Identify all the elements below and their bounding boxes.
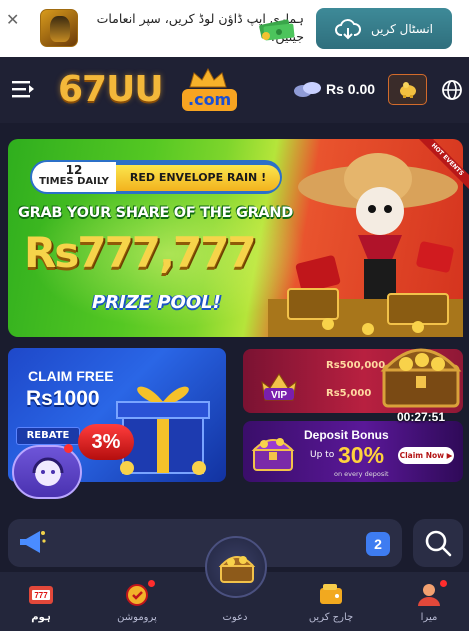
vip-badge-text: VIP <box>271 390 287 401</box>
close-icon[interactable]: ✕ <box>6 10 19 29</box>
claim-free-amount: Rs1000 <box>26 387 100 410</box>
megaphone-icon <box>20 531 46 553</box>
user-icon <box>418 584 440 606</box>
nav-promotion[interactable]: پروموشن <box>100 576 174 626</box>
vip-reward-bottom: Rs5,000 <box>326 388 372 399</box>
floating-chest-icon[interactable] <box>376 330 466 414</box>
red-envelope-rain-label: RED ENVELOPE RAIN ! <box>116 165 280 191</box>
logo-domain: .com <box>182 89 238 111</box>
nav-recharge[interactable]: چارج کریں <box>294 576 368 626</box>
treasure-chest-icon <box>251 438 295 471</box>
balance-amount: Rs 0.00 <box>326 81 376 97</box>
site-logo[interactable]: 67UU .com <box>58 65 244 117</box>
hero-headline: GRAB YOUR SHARE OF THE GRAND <box>18 205 293 221</box>
nav-invite[interactable]: دعوت <box>198 576 272 626</box>
piggy-icon <box>400 82 416 98</box>
refresh-balance-button[interactable] <box>388 74 427 105</box>
slot-777-icon: 777 <box>29 586 53 604</box>
claim-free-title: CLAIM FREE <box>28 368 114 384</box>
menu-icon[interactable] <box>12 80 34 98</box>
app-icon <box>40 9 78 47</box>
promo-medal-icon <box>126 584 148 606</box>
nav-recharge-label: چارج کریں <box>308 612 354 623</box>
support-agent-icon <box>32 457 64 486</box>
deposit-sub-label: on every deposit <box>334 470 389 478</box>
times-daily-label: 12 TIMES DAILY <box>32 162 116 192</box>
chest-countdown-timer: 00:27:51 <box>396 410 446 424</box>
customer-support-button[interactable] <box>12 445 82 499</box>
logo-text: 67UU <box>58 69 164 110</box>
nav-home-label: ہوم <box>31 612 51 623</box>
install-button[interactable]: انسٹال کریں <box>316 8 452 49</box>
nav-promotion-label: پروموشن <box>117 612 157 623</box>
nav-profile[interactable]: میرا <box>392 576 466 626</box>
crown-icon <box>189 67 227 88</box>
support-notification-dot <box>64 444 73 453</box>
deposit-bonus-percent: 30% <box>338 442 385 468</box>
hot-events-ribbon: HOT EVENTS <box>406 139 469 209</box>
install-button-label: انسٹال کریں <box>371 21 433 36</box>
announcement-count-badge[interactable]: 2 <box>366 532 390 556</box>
deposit-bonus-title: Deposit Bonus <box>304 428 389 442</box>
svg-text:777: 777 <box>34 591 48 600</box>
cloud-download-icon <box>335 18 361 39</box>
rebate-label: REBATE <box>16 427 80 445</box>
gift-box-art <box>116 386 210 475</box>
nav-profile-label: میرا <box>420 612 438 623</box>
profile-notification-dot <box>440 580 447 587</box>
rebate-percent: 3% <box>78 424 134 460</box>
nav-home[interactable]: 777 ہوم <box>4 576 78 626</box>
vip-crown-badge: VIP <box>261 373 297 401</box>
search-button[interactable] <box>413 519 463 567</box>
coin-stack-icon <box>294 82 321 97</box>
search-icon <box>425 530 452 557</box>
globe-icon[interactable] <box>441 79 463 101</box>
claim-now-button[interactable]: Claim Now ▶ <box>398 447 454 464</box>
deposit-upto-label: Up to <box>310 450 335 460</box>
wallet-icon <box>320 584 342 604</box>
prize-pool-label: PRIZE POOL! <box>92 292 221 313</box>
prize-amount: Rs777,777 <box>24 228 257 277</box>
cash-stack-icon <box>259 19 295 41</box>
promotion-notification-dot <box>148 580 155 587</box>
nav-invite-label: دعوت <box>222 612 248 623</box>
